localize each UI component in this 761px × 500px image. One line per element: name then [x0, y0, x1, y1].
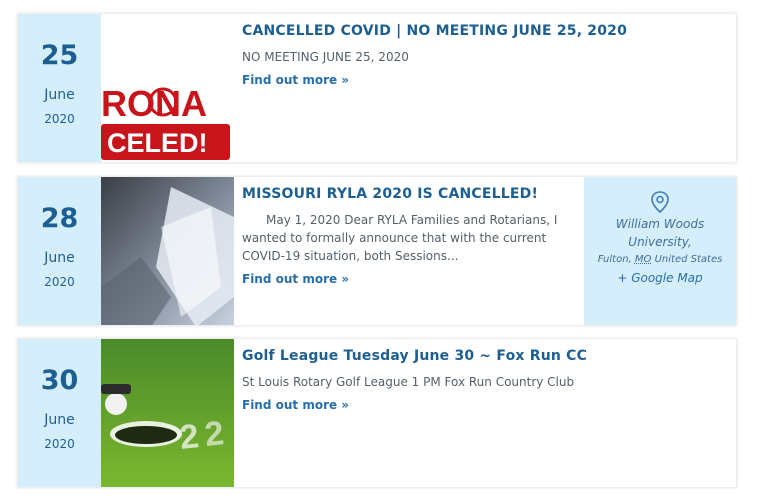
- event-excerpt: NO MEETING JUNE 25, 2020: [242, 50, 409, 64]
- event-date: 28 June 2020: [18, 177, 101, 325]
- venue-name[interactable]: William Woods University,: [584, 215, 736, 251]
- find-out-more-link[interactable]: Find out more »: [242, 272, 349, 286]
- event-card: 30 June 2020 2 2 Golf League Tuesday Jun…: [17, 338, 737, 488]
- event-card: 28 June 2020 MISSOURI RYLA 2020 IS CANCE…: [17, 176, 737, 326]
- venue-country: United States: [654, 254, 723, 265]
- venue-state: MO: [634, 254, 652, 265]
- event-day: 25: [40, 40, 79, 71]
- google-map-link[interactable]: + Google Map: [584, 271, 736, 285]
- venue-city: Fulton,: [597, 254, 632, 265]
- venue-address: Fulton, MO United States: [584, 254, 736, 265]
- event-day: 30: [40, 365, 79, 396]
- find-out-more-link[interactable]: Find out more »: [242, 398, 349, 412]
- corona-banner-text-bottom: CELED!: [107, 128, 208, 158]
- event-title[interactable]: MISSOURI RYLA 2020 IS CANCELLED!: [242, 186, 576, 202]
- event-month: June: [44, 250, 75, 266]
- event-excerpt: May 1, 2020 Dear RYLA Families and Rotar…: [242, 213, 558, 263]
- event-date: 30 June 2020: [18, 339, 101, 487]
- svg-text:2: 2: [178, 417, 201, 457]
- event-excerpt: St Louis Rotary Golf League 1 PM Fox Run…: [242, 375, 575, 389]
- find-out-more-link[interactable]: Find out more »: [242, 73, 349, 87]
- event-year: 2020: [44, 275, 75, 289]
- event-content: Golf League Tuesday June 30 ~ Fox Run CC…: [242, 348, 726, 413]
- event-date: 25 June 2020: [18, 14, 101, 162]
- event-title[interactable]: CANCELLED COVID | NO MEETING JUNE 25, 20…: [242, 23, 726, 39]
- event-venue: William Woods University, Fulton, MO Uni…: [584, 177, 736, 325]
- event-year: 2020: [44, 112, 75, 126]
- event-thumbnail[interactable]: RONA CELED!: [101, 14, 234, 162]
- svg-text:2: 2: [203, 414, 226, 454]
- event-day: 28: [40, 203, 79, 234]
- event-card: 25 June 2020 RONA CELED! CANCELLED COVID…: [17, 13, 737, 163]
- event-month: June: [44, 87, 75, 103]
- map-pin-icon: [650, 191, 670, 217]
- event-content: CANCELLED COVID | NO MEETING JUNE 25, 20…: [242, 23, 726, 88]
- event-month: June: [44, 412, 75, 428]
- event-thumbnail[interactable]: [101, 177, 234, 325]
- event-content: MISSOURI RYLA 2020 IS CANCELLED! May 1, …: [242, 186, 576, 287]
- corona-banner-text-top: RONA: [101, 83, 207, 124]
- event-year: 2020: [44, 437, 75, 451]
- event-thumbnail[interactable]: 2 2: [101, 339, 234, 487]
- event-title[interactable]: Golf League Tuesday June 30 ~ Fox Run CC: [242, 348, 726, 364]
